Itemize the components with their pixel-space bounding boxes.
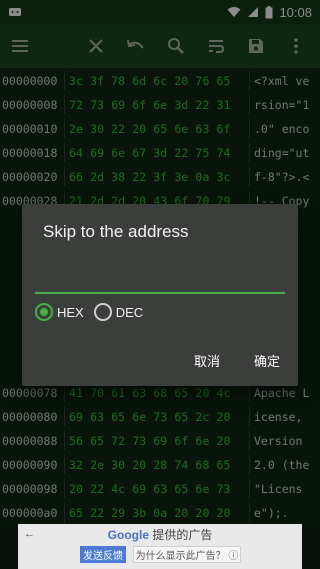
ad-feedback-button[interactable]: 发送反馈 <box>80 546 126 563</box>
ad-banner[interactable]: ← Google 提供的广告 发送反馈 为什么显示此广告？ ⓘ <box>18 524 302 569</box>
google-logo: Google <box>107 528 149 542</box>
dialog-actions: 取消 确定 <box>194 351 280 370</box>
ad-title: Google 提供的广告 <box>18 526 302 543</box>
cancel-button[interactable]: 取消 <box>194 351 220 370</box>
ok-button[interactable]: 确定 <box>254 351 280 370</box>
skip-address-dialog: Skip to the address HEX DEC 取消 确定 <box>22 204 298 386</box>
ad-title-text: 提供的广告 <box>149 528 213 542</box>
hex-radio-label[interactable]: HEX <box>57 305 84 320</box>
radix-radio-group: HEX DEC <box>35 303 153 321</box>
dec-radio[interactable] <box>93 303 112 321</box>
hex-radio[interactable] <box>35 303 53 321</box>
dec-radio-label[interactable]: DEC <box>116 305 143 320</box>
dialog-title: Skip to the address <box>43 222 189 241</box>
ad-why-button[interactable]: 为什么显示此广告？ ⓘ <box>133 546 241 563</box>
address-input[interactable] <box>35 264 285 294</box>
